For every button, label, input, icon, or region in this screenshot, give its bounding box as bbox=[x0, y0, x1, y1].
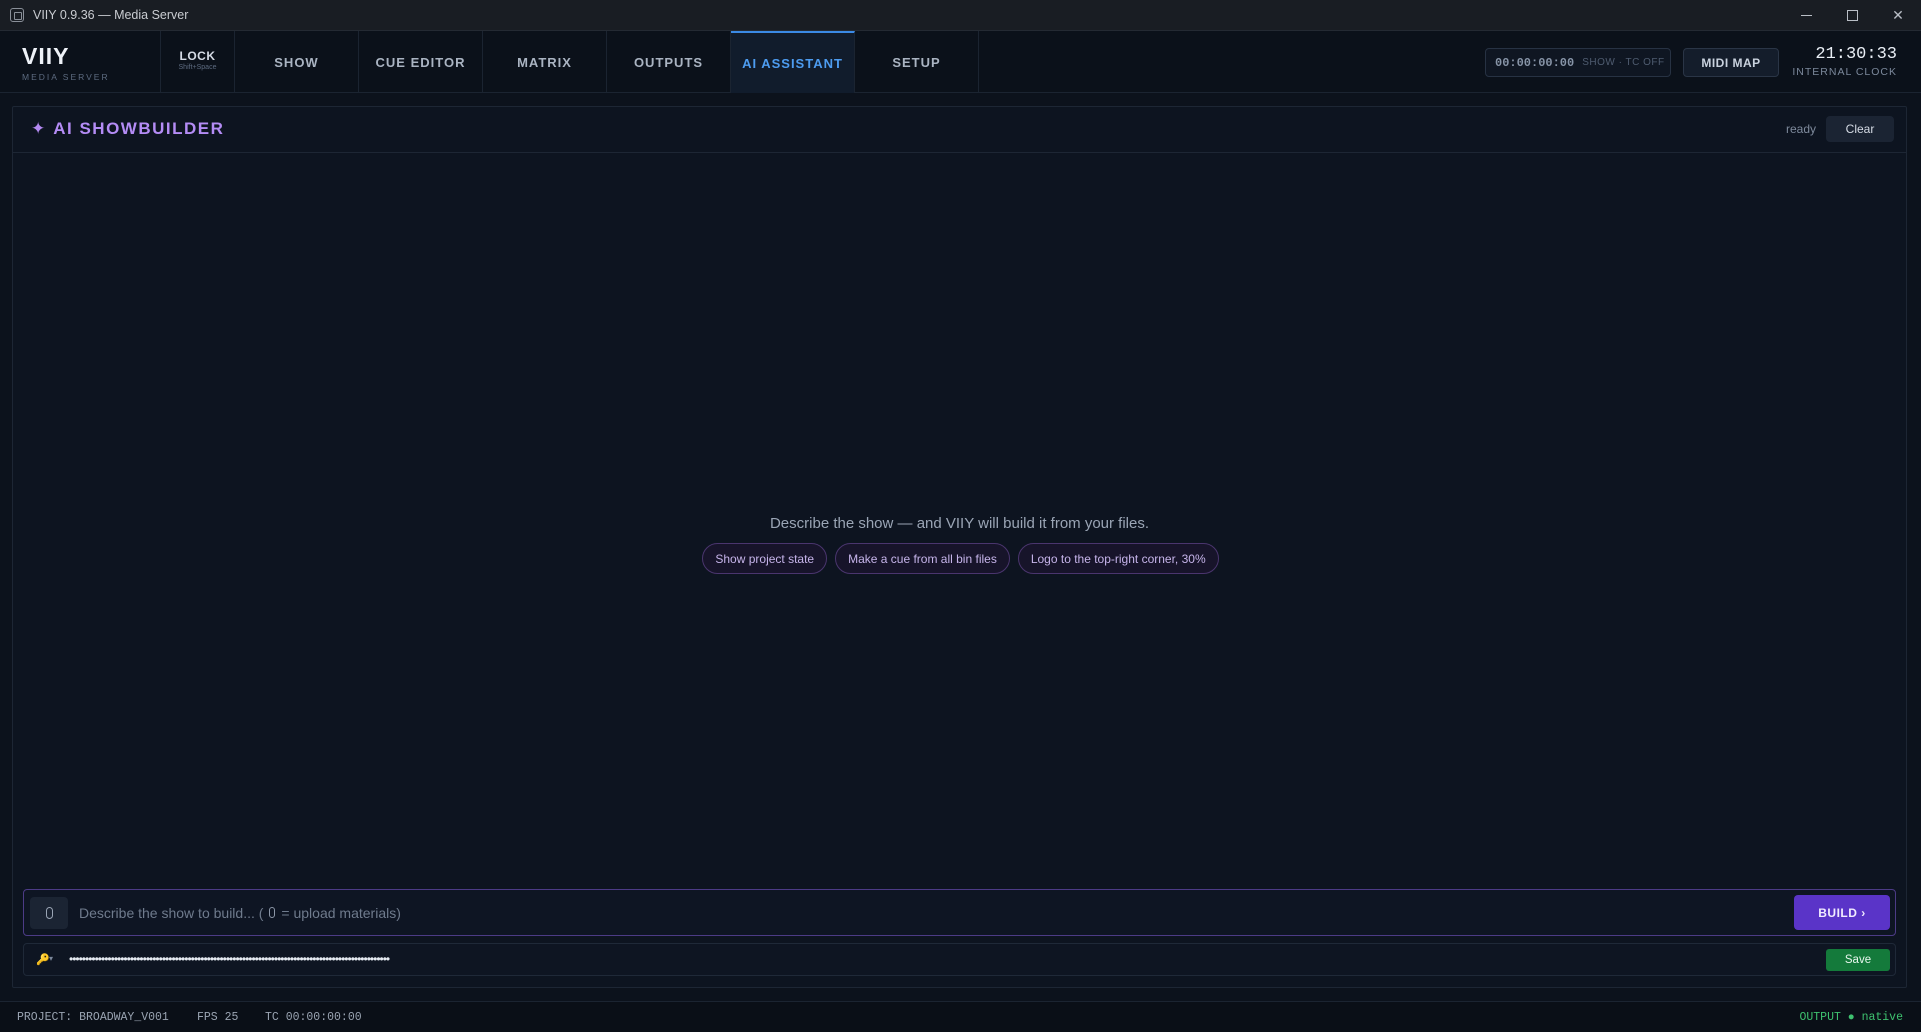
prompt-placeholder-start: Describe the show to build... ( bbox=[79, 904, 264, 921]
panel-title: ✦ AI SHOWBUILDER bbox=[31, 119, 224, 139]
app-icon bbox=[10, 8, 24, 22]
brand-subtitle: MEDIA SERVER bbox=[22, 72, 110, 82]
status-output: OUTPUT ● native bbox=[1799, 1011, 1903, 1024]
save-key-button[interactable]: Save bbox=[1826, 949, 1890, 971]
clock-time: 21:30:33 bbox=[1815, 45, 1897, 64]
tab-setup[interactable]: SETUP bbox=[855, 31, 979, 93]
tab-outputs[interactable]: OUTPUTS bbox=[607, 31, 731, 93]
prompt-composer: Describe the show to build... ( = upload… bbox=[23, 889, 1896, 936]
lock-label: LOCK bbox=[179, 49, 216, 63]
status-project: PROJECT: BROADWAY_V001 bbox=[17, 1011, 169, 1024]
timecode-display[interactable]: 00:00:00:00 SHOW · TC OFF bbox=[1485, 48, 1671, 77]
attach-button[interactable] bbox=[30, 897, 68, 929]
prompt-input[interactable]: Describe the show to build... ( = upload… bbox=[79, 890, 401, 935]
suggestion-chips: Show project state Make a cue from all b… bbox=[13, 543, 1906, 574]
maximize-icon bbox=[1846, 10, 1858, 21]
suggestion-chip-project-state[interactable]: Show project state bbox=[702, 543, 828, 574]
assistant-status: ready bbox=[1785, 122, 1816, 136]
status-fps: FPS 25 bbox=[197, 1011, 239, 1024]
close-button[interactable]: ✕ bbox=[1875, 0, 1921, 31]
build-button[interactable]: BUILD › bbox=[1794, 895, 1890, 930]
window-controls: ✕ bbox=[1783, 0, 1921, 31]
brand-name: VIIY bbox=[22, 43, 70, 69]
paperclip-inline-icon bbox=[269, 907, 276, 918]
tab-ai-assistant[interactable]: AI ASSISTANT bbox=[731, 31, 855, 93]
clear-button[interactable]: Clear bbox=[1826, 116, 1894, 142]
empty-state: Describe the show — and VIIY will build … bbox=[13, 515, 1906, 574]
window-titlebar: VIIY 0.9.36 — Media Server ✕ bbox=[0, 0, 1921, 31]
window-title: VIIY 0.9.36 — Media Server bbox=[33, 8, 189, 22]
api-key-input[interactable]: ••••••••••••••••••••••••••••••••••••••••… bbox=[69, 952, 390, 966]
timecode-state: SHOW · TC OFF bbox=[1582, 57, 1665, 68]
lock-button[interactable]: LOCK Shift+Space bbox=[160, 31, 235, 93]
midi-map-button[interactable]: MIDI MAP bbox=[1683, 48, 1779, 77]
key-icon[interactable]: 🔑 bbox=[36, 953, 50, 966]
panel-title-text: AI SHOWBUILDER bbox=[53, 119, 225, 138]
status-timecode: TC 00:00:00:00 bbox=[265, 1011, 362, 1024]
empty-state-prompt: Describe the show — and VIIY will build … bbox=[769, 515, 1150, 532]
main-tabs: SHOW CUE EDITOR MATRIX OUTPUTS AI ASSIST… bbox=[235, 31, 979, 93]
sparkle-icon: ✦ bbox=[31, 119, 46, 138]
clock-source: INTERNAL CLOCK bbox=[1792, 66, 1897, 78]
paperclip-icon bbox=[45, 907, 53, 919]
tab-matrix[interactable]: MATRIX bbox=[483, 31, 607, 93]
app-header: VIIY MEDIA SERVER LOCK Shift+Space SHOW … bbox=[0, 31, 1921, 93]
minimize-icon bbox=[1800, 15, 1812, 16]
close-icon: ✕ bbox=[1892, 7, 1904, 23]
maximize-button[interactable] bbox=[1829, 0, 1875, 31]
tab-show[interactable]: SHOW bbox=[235, 31, 359, 93]
panel-header: ✦ AI SHOWBUILDER ready Clear bbox=[13, 107, 1906, 153]
ai-showbuilder-panel: ✦ AI SHOWBUILDER ready Clear Describe th… bbox=[12, 106, 1907, 988]
status-bar: PROJECT: BROADWAY_V001 FPS 25 TC 00:00:0… bbox=[0, 1001, 1921, 1032]
suggestion-chip-cue-from-bin[interactable]: Make a cue from all bin files bbox=[835, 543, 1010, 574]
clock: 21:30:33 INTERNAL CLOCK bbox=[1792, 45, 1897, 78]
prompt-placeholder-end: = upload materials) bbox=[281, 904, 401, 921]
tab-cue-editor[interactable]: CUE EDITOR bbox=[359, 31, 483, 93]
minimize-button[interactable] bbox=[1783, 0, 1829, 31]
api-key-bar: 🔑 ▾ ••••••••••••••••••••••••••••••••••••… bbox=[23, 943, 1896, 976]
timecode-value: 00:00:00:00 bbox=[1495, 55, 1575, 70]
suggestion-chip-logo-corner[interactable]: Logo to the top-right corner, 30% bbox=[1017, 543, 1219, 574]
lock-shortcut-hint: Shift+Space bbox=[178, 64, 217, 71]
chevron-down-icon[interactable]: ▾ bbox=[49, 954, 53, 963]
brand-logo: VIIY MEDIA SERVER bbox=[22, 43, 110, 82]
